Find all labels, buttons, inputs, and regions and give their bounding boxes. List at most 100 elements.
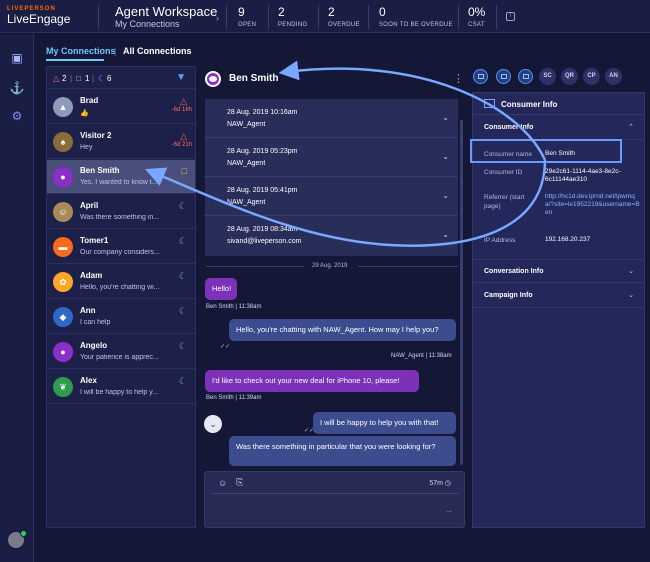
liveengage-logo: LIVEPERSON LiveEngage [7, 6, 70, 26]
tab-all-connections[interactable]: All Connections [123, 46, 192, 56]
panel-title: Consumer Info [501, 100, 558, 109]
edit-widget-icon[interactable] [518, 69, 533, 84]
section-consumer-info[interactable]: Consumer Info ⌃ [473, 116, 644, 140]
read-check-icon: ✓✓ [304, 428, 315, 434]
conversation-item-ben-smith[interactable]: ● Ben Smith Yes. I wanted to know t... □ [47, 160, 195, 194]
metric-label: OPEN [238, 22, 257, 28]
history-item[interactable]: 28 Aug. 2019 05:41pm NAW_Agent ⌄ [205, 177, 458, 216]
history-item[interactable]: 28 Aug. 2019 08:34am sivand@liveperson.c… [205, 216, 458, 255]
consumer-message: Hello! [205, 278, 237, 300]
conversation-name: Ann [80, 306, 96, 315]
history-date: 28 Aug. 2019 05:41pm [227, 187, 298, 194]
metric-value: 0 [379, 5, 386, 19]
conversation-item-alex[interactable]: ❦ Alex I will be happy to help y... ☾ [47, 370, 195, 404]
connections-icon[interactable]: ▣ [7, 48, 27, 68]
metric-soon-overdue[interactable]: 0 SOON TO BE OVERDUE [379, 5, 453, 28]
conversation-time: -6d 21h [171, 142, 192, 148]
chevron-down-icon[interactable]: ⌄ [442, 191, 449, 200]
chevron-right-icon[interactable]: › [216, 13, 219, 23]
metric-open[interactable]: 9 OPEN [238, 5, 256, 28]
alert-icon[interactable]: △ [53, 74, 59, 83]
conversation-item-brad[interactable]: ▲ Brad 👍 △ -6d 16h [47, 90, 195, 124]
message-meta: NAW_Agent | 11:38am [391, 353, 452, 359]
avatar: ✿ [53, 272, 73, 292]
workspace-subtitle[interactable]: My Connections [115, 19, 180, 29]
chevron-down-icon[interactable]: ⌄ [442, 152, 449, 161]
widget-cp-button[interactable]: CP [583, 68, 600, 85]
chevron-down-icon[interactable]: ⌄ [442, 113, 449, 122]
moon-icon[interactable]: ☾ [98, 74, 105, 83]
message-composer[interactable]: ☺ ⎘ 57m ◷ → [204, 471, 465, 528]
scroll-down-button[interactable]: ⌄ [204, 415, 222, 433]
more-options-icon[interactable]: ⋮ [453, 72, 464, 85]
route-icon[interactable]: ⚓ [7, 78, 27, 98]
chevron-down-icon[interactable]: ⌄ [442, 230, 449, 239]
conversation-time: -6d 16h [171, 107, 192, 113]
metric-csat[interactable]: 0% CSAT [468, 5, 485, 28]
chevron-down-icon[interactable]: ⌄ [628, 267, 634, 275]
consumer-info-widget-icon[interactable] [473, 69, 488, 84]
metric-value: 2 [278, 5, 285, 19]
history-date: 28 Aug. 2019 10:16am [227, 109, 298, 116]
consumer-name-highlight [470, 139, 622, 163]
info-icon[interactable]: ! [506, 12, 515, 21]
conversation-item-adam[interactable]: ✿ Adam Hello, you're chatting wi... ☾ [47, 265, 195, 299]
engagement-widget-icon[interactable] [496, 69, 511, 84]
message-meta: Ben Smith | 11:39am [206, 395, 262, 401]
metric-overdue[interactable]: 2 OVERDUE [328, 5, 360, 28]
field-label: IP Address [484, 237, 516, 244]
tab-my-connections[interactable]: My Connections [46, 46, 116, 56]
conversation-preview: 👍 [80, 110, 89, 117]
chat-count: 1 [85, 74, 90, 83]
conversation-item-april[interactable]: ☺ April Was there something in... ☾ [47, 195, 195, 229]
conversation-item-tomer1[interactable]: ▬ Tomer1 Our company considers... ☾ [47, 230, 195, 264]
section-campaign-info[interactable]: Campaign Info ⌄ [473, 284, 644, 308]
conversation-item-angelo[interactable]: ● Angelo Your patience is apprec... ☾ [47, 335, 195, 369]
online-status-icon [20, 530, 27, 537]
tab-separator: | [114, 46, 117, 56]
chat-icon[interactable]: □ [76, 74, 81, 83]
chat-contact-name: Ben Smith [229, 73, 279, 84]
conversation-item-visitor-2[interactable]: ♠ Visitor 2 Hey △ -6d 21h [47, 125, 195, 159]
conversation-name: Visitor 2 [80, 131, 112, 140]
timer-value: 57m [429, 480, 443, 487]
emoji-icon[interactable]: ☺ [218, 478, 227, 488]
panel-header: Consumer Info [473, 93, 644, 115]
moon-icon: ☾ [178, 271, 187, 281]
clock-icon: ◷ [444, 480, 451, 487]
widget-qr-button[interactable]: QR [561, 68, 578, 85]
timer: 57m ◷ [429, 479, 451, 487]
chevron-up-icon[interactable]: ⌃ [628, 123, 634, 131]
attachment-icon[interactable]: ⎘ [236, 477, 243, 488]
bot-icon[interactable]: ⚙ [7, 106, 27, 126]
consumer-id-value: 29e2c61-1114-4ae3-8e2c-6c11144ae310 [545, 168, 621, 183]
contact-avatar [205, 71, 221, 87]
metric-value: 0% [468, 5, 486, 19]
widget-an-button[interactable]: AN [605, 68, 622, 85]
avatar: ▲ [53, 97, 73, 117]
conversation-name: April [80, 201, 99, 210]
chevron-down-icon[interactable]: ⌄ [628, 291, 634, 299]
widget-sc-button[interactable]: SC [539, 68, 556, 85]
section-conversation-info[interactable]: Conversation Info ⌄ [473, 259, 644, 283]
conversation-item-ann[interactable]: ◆ Ann I can help ☾ [47, 300, 195, 334]
referrer-link[interactable]: http://hc1d.dev.lprnd.net/lpwmqa/?site=l… [545, 193, 640, 217]
list-header: △ 2 | □ 1 | ☾ 6 ▼ [47, 67, 195, 89]
avatar: ● [53, 342, 73, 362]
conversation-preview: Hey [80, 144, 93, 151]
send-icon[interactable]: → [444, 505, 453, 515]
workspace-title[interactable]: Agent Workspace [115, 4, 217, 19]
filter-icon[interactable]: ▼ [176, 72, 186, 83]
conversation-preview: Yes. I wanted to know t... [80, 179, 158, 186]
conversation-name: Ben Smith [80, 166, 120, 175]
agent-message: I will be happy to help you with that! [313, 412, 456, 434]
conversation-preview: Was there something in... [80, 214, 160, 221]
conversation-preview: Your patience is apprec... [80, 354, 159, 361]
history-item[interactable]: 28 Aug. 2019 10:16am NAW_Agent ⌄ [205, 99, 458, 138]
divider [226, 5, 227, 29]
divider [318, 5, 319, 29]
divider [496, 5, 497, 29]
chat-scrollbar[interactable] [460, 120, 463, 465]
history-item[interactable]: 28 Aug. 2019 05:23pm NAW_Agent ⌄ [205, 138, 458, 177]
metric-pending[interactable]: 2 PENDING [278, 5, 307, 28]
